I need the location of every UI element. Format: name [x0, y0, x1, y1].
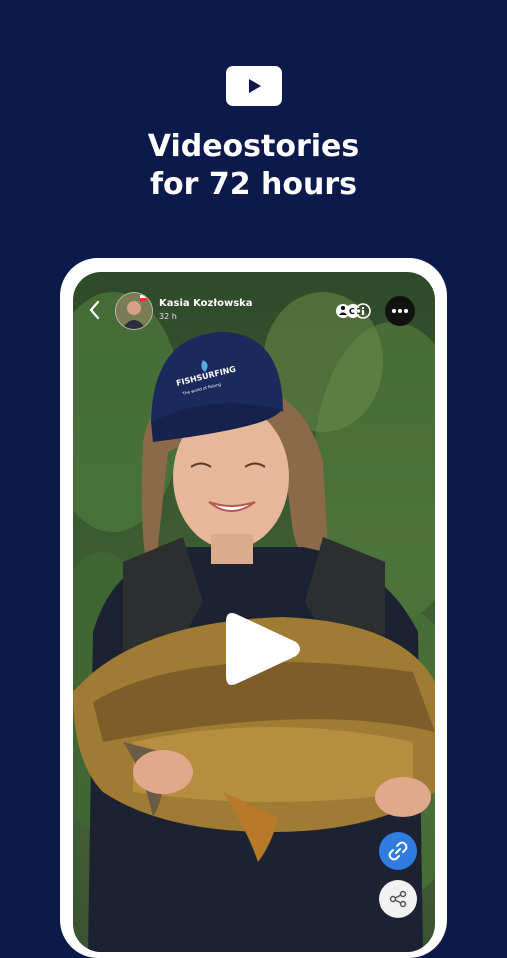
author-avatar[interactable] [115, 292, 153, 330]
accessibility-info-icon: CC [336, 303, 371, 319]
chevron-left-icon [89, 300, 100, 320]
svg-text:CC: CC [349, 307, 361, 316]
accessibility-info-button[interactable]: CC [335, 302, 371, 320]
more-dots-icon [392, 309, 408, 313]
story-header: Kasia Kozłowska 32 h CC [73, 290, 435, 330]
story-timestamp: 32 h [159, 312, 177, 321]
hero-play-icon [226, 66, 282, 106]
copy-link-button[interactable] [379, 832, 417, 870]
play-video-button[interactable] [218, 606, 304, 692]
author-name[interactable]: Kasia Kozłowska [159, 298, 253, 309]
more-options-button[interactable] [385, 296, 415, 326]
back-button[interactable] [85, 298, 105, 322]
headline-line-2: for 72 hours [149, 167, 358, 202]
share-button[interactable] [379, 880, 417, 918]
headline-line-1: Videostories [147, 129, 360, 164]
link-icon [388, 841, 408, 861]
share-icon [389, 890, 407, 908]
story-viewer[interactable]: FISHSURFING The world of fishing Kasia K… [73, 272, 435, 952]
page-headline: Videostories for 72 hours [0, 128, 507, 204]
